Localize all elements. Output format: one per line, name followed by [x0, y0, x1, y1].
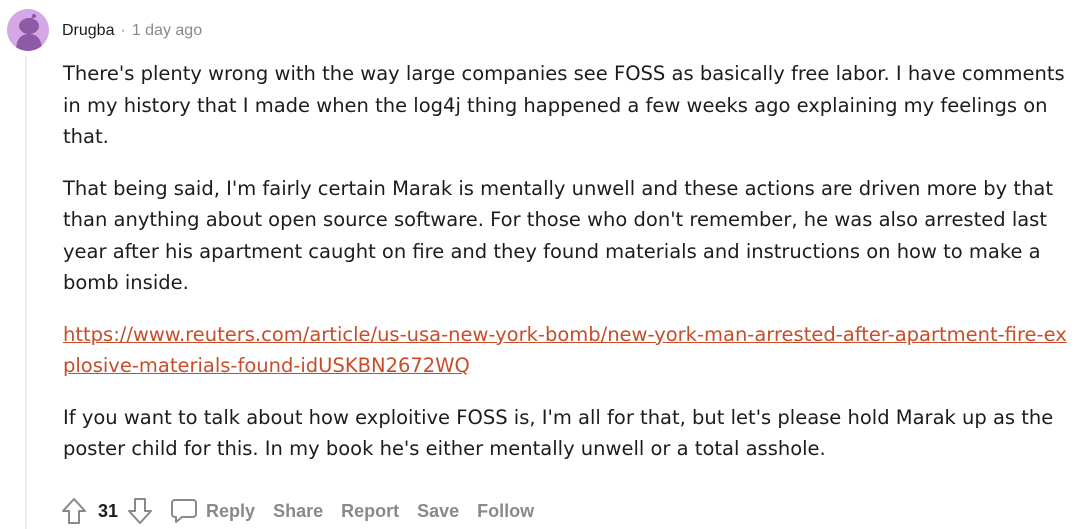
downvote-button[interactable]	[126, 495, 154, 527]
report-button[interactable]: Report	[332, 495, 408, 527]
author-username[interactable]: Drugba	[62, 22, 114, 40]
reply-label: Reply	[206, 500, 256, 521]
save-button[interactable]: Save	[408, 495, 468, 527]
follow-button[interactable]: Follow	[468, 495, 543, 527]
comment-actions: 31 Reply Share Report Save Follow	[60, 494, 543, 528]
comment-paragraph: If you want to talk about how exploitive…	[63, 405, 1054, 461]
reply-button[interactable]: Reply	[168, 495, 264, 527]
vote-score: 31	[98, 500, 119, 521]
comment-link-paragraph: https://www.reuters.com/article/us-usa-n…	[63, 319, 1075, 382]
snoo-avatar-icon	[7, 9, 49, 51]
downvote-arrow-icon	[128, 498, 153, 524]
comment-bubble-icon	[170, 498, 198, 524]
meta-separator: ·	[120, 22, 126, 39]
comment-meta: Drugba · 1 day ago	[62, 20, 202, 42]
comment-paragraph: There's plenty wrong with the way large …	[63, 62, 1065, 148]
upvote-arrow-icon	[62, 498, 86, 524]
upvote-button[interactable]	[60, 495, 88, 527]
comment-body: There's plenty wrong with the way large …	[63, 58, 1075, 485]
avatar[interactable]	[7, 9, 49, 51]
comment-timestamp[interactable]: 1 day ago	[132, 22, 202, 40]
share-button[interactable]: Share	[264, 495, 332, 527]
reuters-article-link[interactable]: https://www.reuters.com/article/us-usa-n…	[63, 323, 1067, 378]
comment-paragraph: That being said, I'm fairly certain Mara…	[63, 176, 1054, 295]
comment: Drugba · 1 day ago There's plenty wrong …	[0, 0, 1080, 529]
thread-line[interactable]	[25, 56, 27, 529]
